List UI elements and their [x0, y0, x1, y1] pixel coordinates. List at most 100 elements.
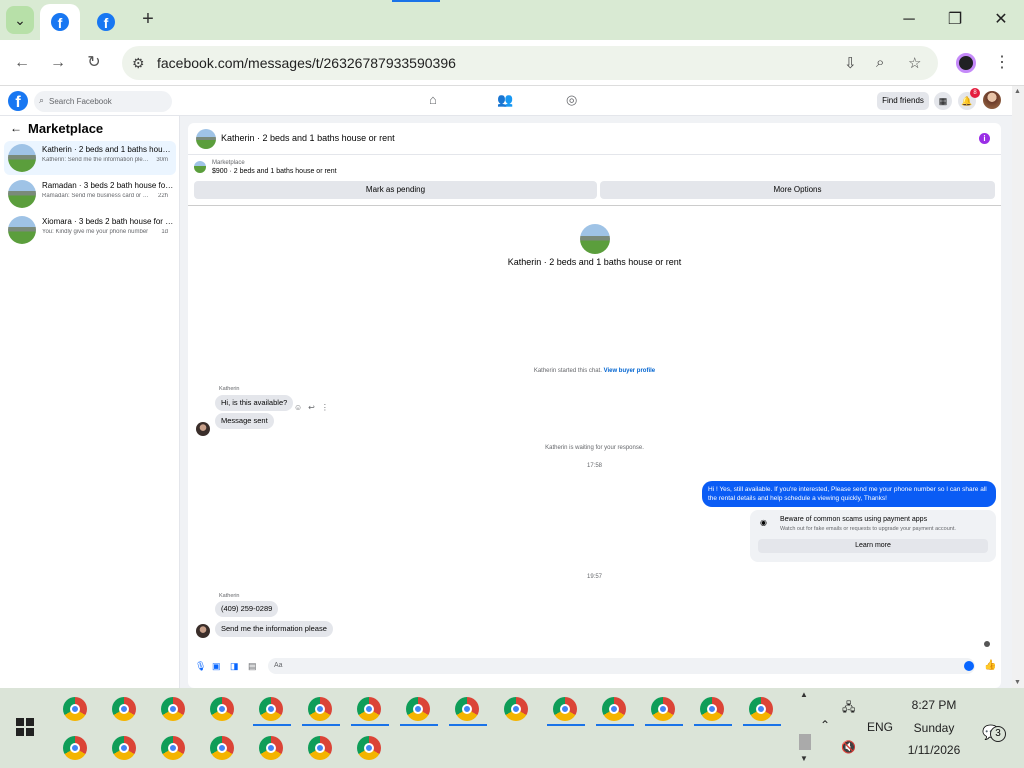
- zoom-icon[interactable]: ⌕: [876, 54, 884, 71]
- back-arrow-icon[interactable]: ←: [10, 121, 22, 135]
- scroll-down-icon[interactable]: ▼: [800, 754, 808, 763]
- scroll-down-icon[interactable]: ▼: [1014, 679, 1021, 686]
- close-button[interactable]: ✕: [988, 8, 1014, 32]
- chrome-app-icon[interactable]: [504, 697, 528, 721]
- scroll-up-icon[interactable]: ▲: [800, 690, 808, 699]
- learn-more-button[interactable]: Learn more: [758, 539, 988, 553]
- chrome-app-icon[interactable]: [63, 736, 87, 760]
- chrome-app-icon[interactable]: [308, 736, 332, 760]
- chrome-app-icon[interactable]: [357, 697, 381, 721]
- home-icon[interactable]: ⌂: [429, 92, 437, 107]
- tab-facebook[interactable]: f: [88, 4, 124, 40]
- clock-day[interactable]: Sunday: [900, 721, 968, 735]
- reload-icon[interactable]: ↻: [81, 50, 107, 76]
- clock-time[interactable]: 8:27 PM: [900, 698, 968, 712]
- friends-icon[interactable]: 👥: [497, 92, 513, 108]
- chat-title[interactable]: Katherin · 2 beds and 1 baths house or r…: [221, 133, 395, 143]
- chrome-app-icon[interactable]: [210, 736, 234, 760]
- message-input[interactable]: Aa: [268, 658, 975, 674]
- scroll-up-icon[interactable]: ▲: [1014, 88, 1021, 95]
- listing-price[interactable]: $900 · 2 beds and 1 baths house or rent: [212, 168, 337, 175]
- avatar[interactable]: [196, 624, 210, 638]
- conversation-item[interactable]: Xiomara · 3 beds 2 bath house for rent Y…: [4, 213, 176, 247]
- search-icon: ⌕: [39, 95, 45, 105]
- windows-taskbar: ▲ ▼ 🖧 ⌃ ENG 🔇 8:27 PM Sunday 1/11/2026 💬…: [0, 688, 1024, 768]
- taskbar-scroller[interactable]: ▲ ▼: [797, 688, 813, 768]
- more-options-button[interactable]: More Options: [600, 181, 995, 199]
- address-bar[interactable]: ⚙ facebook.com/messages/t/26326787933590…: [122, 46, 938, 80]
- groups-icon[interactable]: ◎: [566, 92, 577, 108]
- address-url[interactable]: facebook.com/messages/t/2632678793359039…: [157, 55, 456, 71]
- message-composer: 🎙 ▣ ◨ ▤ Aa 👍: [188, 655, 1001, 679]
- microphone-icon[interactable]: 🎙: [195, 661, 206, 672]
- chrome-app-icon[interactable]: [700, 697, 724, 721]
- chrome-app-icon[interactable]: [161, 697, 185, 721]
- tab-facebook-active[interactable]: f: [40, 4, 80, 40]
- tab-search-button[interactable]: ⌄: [6, 6, 34, 34]
- chrome-app-icon[interactable]: [553, 697, 577, 721]
- page-scrollbar[interactable]: ▲ ▼: [1012, 86, 1024, 688]
- chrome-app-icon[interactable]: [602, 697, 626, 721]
- extension-icon[interactable]: [956, 53, 976, 73]
- incoming-message[interactable]: Send me the information please: [215, 621, 333, 637]
- maximize-button[interactable]: ❐: [942, 8, 968, 32]
- chrome-app-icon[interactable]: [210, 697, 234, 721]
- chrome-app-icon[interactable]: [357, 736, 381, 760]
- more-icon[interactable]: ⋮: [321, 403, 329, 412]
- incoming-message[interactable]: Hi, is this available?: [215, 395, 294, 411]
- find-friends-button[interactable]: Find friends: [877, 92, 929, 110]
- back-arrow-icon[interactable]: ←: [9, 50, 35, 76]
- chrome-app-icon[interactable]: [161, 736, 185, 760]
- search-input[interactable]: ⌕ Search Facebook: [34, 91, 172, 112]
- bookmark-star-icon[interactable]: ☆: [908, 54, 921, 72]
- chrome-app-icon[interactable]: [308, 697, 332, 721]
- gif-icon[interactable]: ▤: [248, 661, 257, 672]
- facebook-logo-icon[interactable]: f: [8, 91, 28, 111]
- incoming-message[interactable]: (409) 259-0289: [215, 601, 279, 617]
- install-app-icon[interactable]: ⇩: [844, 54, 857, 72]
- chrome-app-icon[interactable]: [259, 697, 283, 721]
- conversation-preview: Katherin: Send me the information please…: [42, 157, 174, 165]
- conversation-item[interactable]: Katherin · 2 beds and 1 baths house or r…: [4, 141, 176, 175]
- react-icon[interactable]: ☺: [294, 403, 302, 412]
- listing-thumbnail[interactable]: [196, 129, 216, 149]
- conversation-preview: You: Kindly give me your phone number 1d: [42, 229, 174, 237]
- view-buyer-profile-link[interactable]: View buyer profile: [604, 368, 656, 374]
- language-indicator[interactable]: ENG: [867, 720, 893, 734]
- reply-icon[interactable]: ↩: [308, 403, 315, 412]
- clock-date[interactable]: 1/11/2026: [900, 743, 968, 757]
- running-indicator: [645, 724, 683, 726]
- chrome-app-icon[interactable]: [455, 697, 479, 721]
- network-icon[interactable]: 🖧: [842, 698, 855, 719]
- conversation-item[interactable]: Ramadan · 3 beds 2 bath house for rent R…: [4, 177, 176, 211]
- volume-muted-icon[interactable]: 🔇: [841, 740, 856, 754]
- chrome-app-icon[interactable]: [112, 736, 136, 760]
- sticker-icon[interactable]: ◨: [230, 661, 239, 672]
- chrome-app-icon[interactable]: [651, 697, 675, 721]
- minimize-button[interactable]: ─: [896, 8, 922, 32]
- site-info-icon[interactable]: ⚙: [132, 55, 145, 72]
- incoming-message[interactable]: Message sent: [215, 413, 274, 429]
- chrome-app-icon[interactable]: [406, 697, 430, 721]
- new-tab-button[interactable]: +: [136, 8, 160, 32]
- emoji-icon[interactable]: [964, 661, 974, 671]
- profile-avatar[interactable]: [983, 91, 1001, 109]
- browser-menu-icon[interactable]: ⋮: [994, 52, 1010, 72]
- chrome-app-icon[interactable]: [63, 697, 87, 721]
- outgoing-message[interactable]: Hi ! Yes, still available. If you're int…: [702, 481, 996, 507]
- chrome-app-icon[interactable]: [112, 697, 136, 721]
- mark-pending-button[interactable]: Mark as pending: [194, 181, 597, 199]
- running-indicator: [302, 724, 340, 726]
- chrome-app-icon[interactable]: [259, 736, 283, 760]
- chrome-app-icon[interactable]: [749, 697, 773, 721]
- avatar[interactable]: [196, 422, 210, 436]
- menu-grid-icon[interactable]: ▦: [934, 92, 952, 110]
- windows-start-icon[interactable]: [16, 718, 34, 736]
- scroll-thumb[interactable]: [799, 734, 811, 750]
- info-icon[interactable]: i: [979, 133, 990, 144]
- like-thumb-icon[interactable]: 👍: [984, 660, 996, 671]
- photo-icon[interactable]: ▣: [212, 661, 221, 672]
- chevron-up-icon[interactable]: ⌃: [820, 718, 830, 732]
- forward-arrow-icon[interactable]: →: [45, 50, 71, 76]
- preview-time: 1d: [161, 229, 168, 235]
